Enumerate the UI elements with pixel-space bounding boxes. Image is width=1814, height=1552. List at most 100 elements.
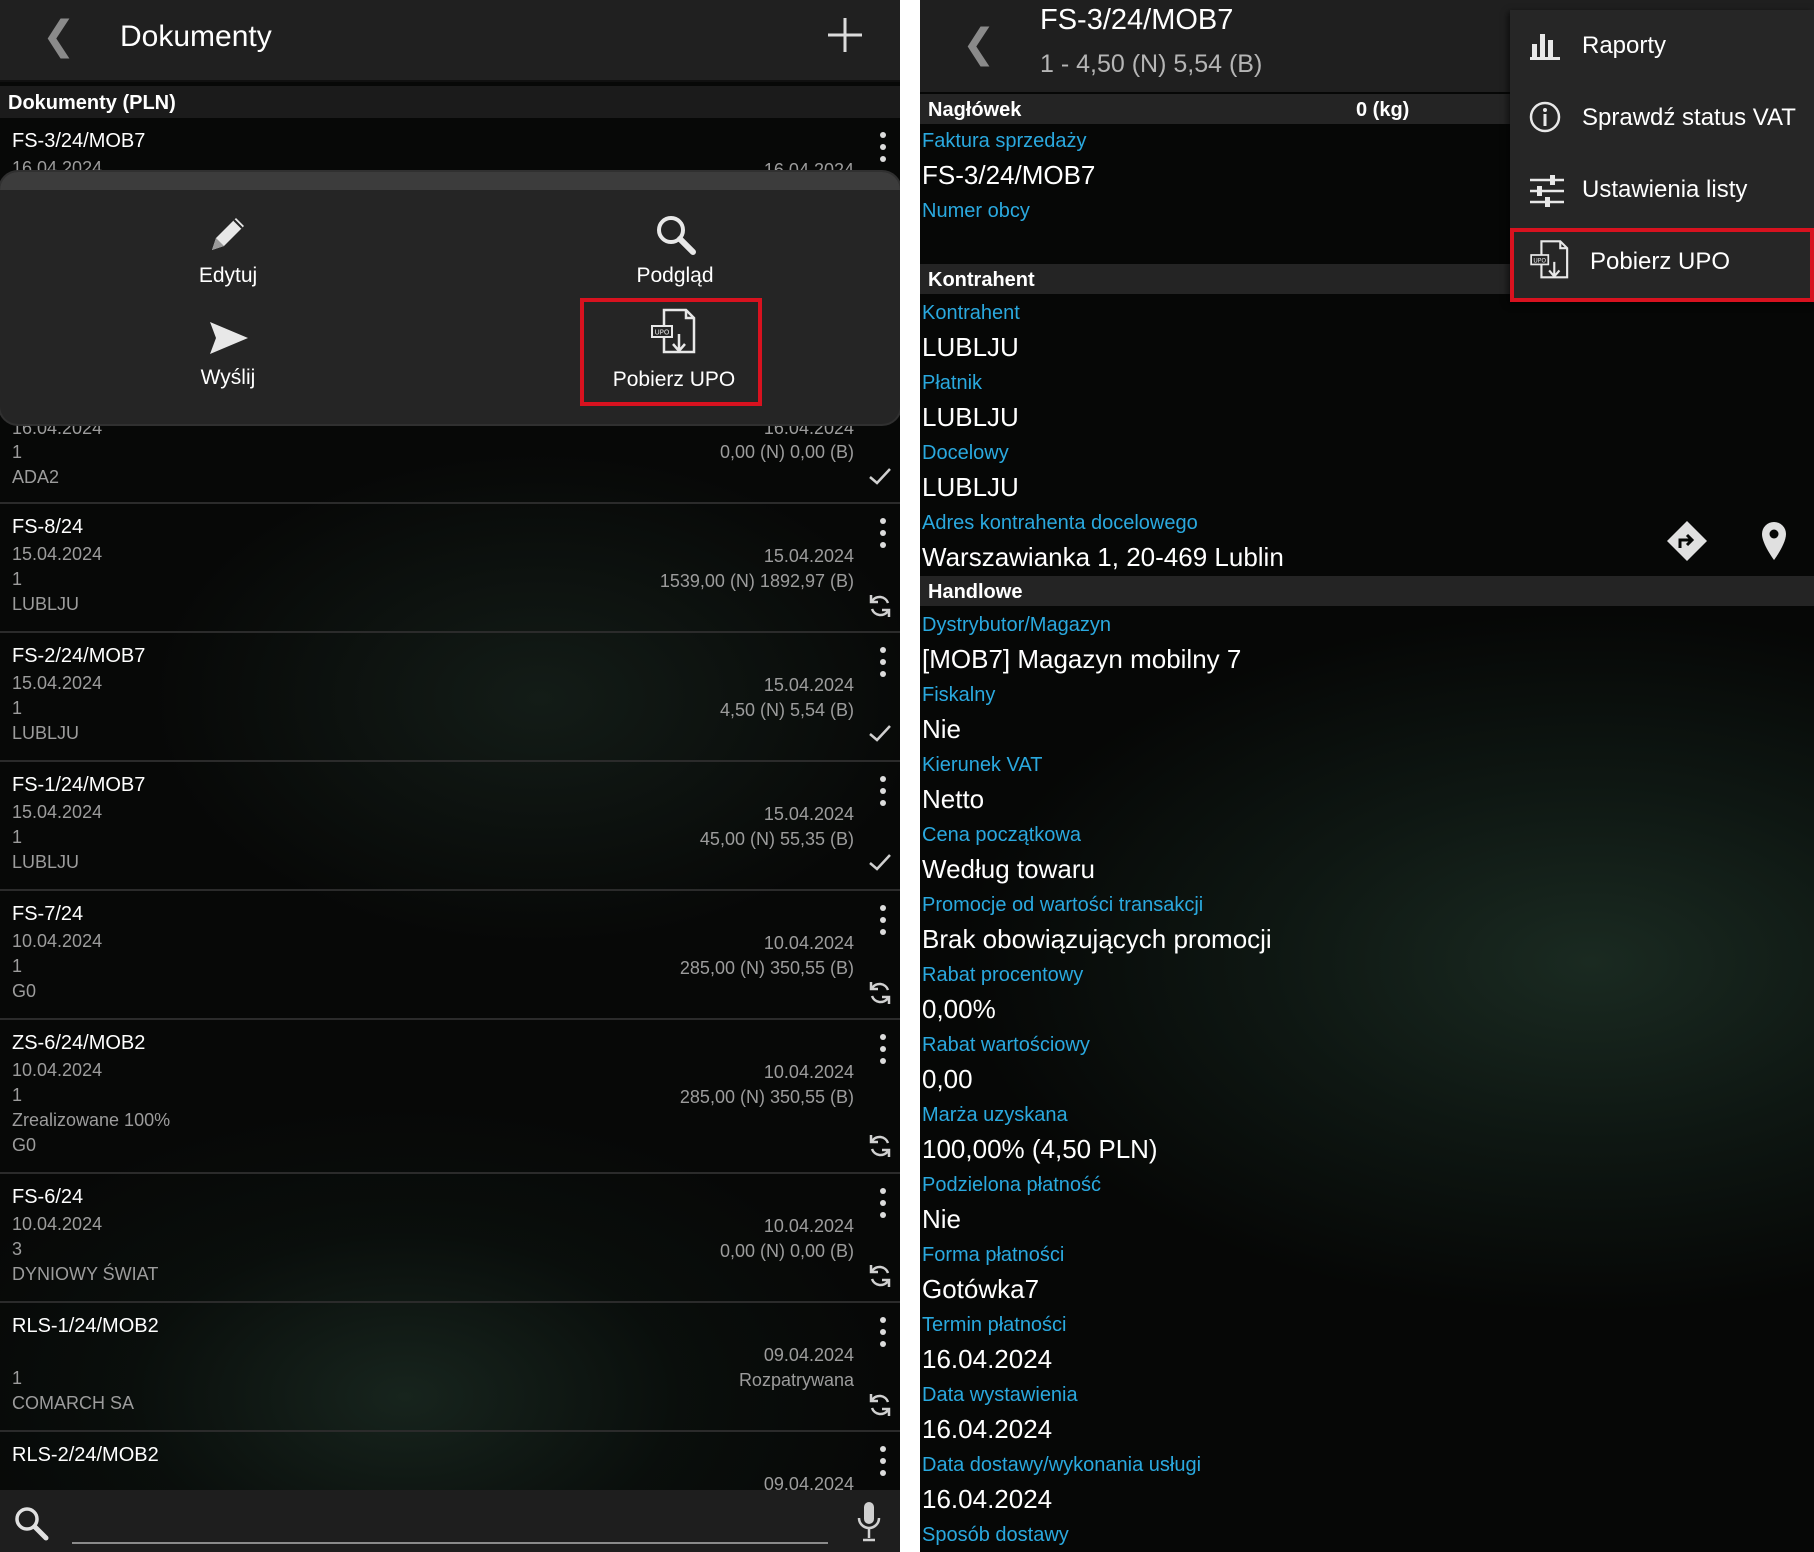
document-name: FS-3/24/MOB7	[12, 130, 146, 152]
field-label: Rabat procentowy	[922, 964, 1084, 986]
document-date-right: 15.04.2024	[763, 546, 854, 566]
sliders-icon	[1530, 175, 1564, 207]
document-customer: LUBLJU	[12, 723, 80, 743]
document-date: 10.04.2024	[12, 1214, 103, 1234]
list-item[interactable]: ZS-6/24/MOB2 10.04.2024 1 Zrealizowane 1…	[0, 1020, 900, 1174]
more-options-icon[interactable]	[876, 518, 890, 548]
preview-label: Podgląd	[636, 264, 714, 287]
document-date: 15.04.2024	[12, 544, 103, 564]
preview-action[interactable]: Podgląd	[620, 210, 730, 288]
field-value: Brak obowiązujących promocji	[922, 924, 1272, 954]
section-header-handlowe: Handlowe	[920, 576, 1814, 606]
document-count: 1	[12, 442, 23, 462]
sync-icon	[869, 1394, 891, 1416]
list-item[interactable]: RLS-2/24/MOB2 09.04.2024	[0, 1432, 900, 1494]
pencil-icon	[212, 218, 244, 250]
documents-list-screen: ❮ Dokumenty Dokumenty (PLN) FS-3/24/MOB7…	[0, 0, 900, 1552]
microphone-icon[interactable]	[856, 1500, 882, 1544]
document-count: 1	[12, 1368, 23, 1388]
document-customer: LUBLJU	[12, 852, 80, 872]
document-customer: LUBLJU	[12, 594, 80, 614]
location-pin-icon[interactable]	[1758, 520, 1790, 564]
check-icon	[869, 725, 891, 742]
edit-action[interactable]: Edytuj	[178, 210, 278, 288]
back-chevron-icon[interactable]: ❮	[42, 16, 76, 56]
document-date-right: 10.04.2024	[763, 933, 854, 953]
field-label: Faktura sprzedaży	[922, 130, 1087, 152]
field-label: Fiskalny	[922, 684, 996, 706]
menu-item-list-settings[interactable]: Ustawienia listy	[1510, 154, 1814, 226]
field-value: 0,00%	[922, 994, 996, 1024]
sync-icon	[869, 1265, 891, 1287]
document-details-screen: ❮ FS-3/24/MOB7 1 - 4,50 (N) 5,54 (B) Nag…	[920, 0, 1814, 1552]
document-count: 1	[12, 698, 23, 718]
more-options-icon[interactable]	[876, 905, 890, 935]
menu-item-vat-status[interactable]: Sprawdź status VAT	[1510, 82, 1814, 154]
more-options-icon[interactable]	[876, 776, 890, 806]
page-title: Dokumenty	[120, 20, 272, 53]
document-name: FS-7/24	[12, 903, 84, 925]
field-label: Data dostawy/wykonania usługi	[922, 1454, 1202, 1476]
document-customer: DYNIOWY ŚWIAT	[12, 1264, 159, 1284]
directions-icon[interactable]	[1664, 518, 1710, 564]
popup-top-edge	[0, 172, 900, 190]
field-value: 100,00% (4,50 PLN)	[922, 1134, 1158, 1164]
back-chevron-icon[interactable]: ❮	[962, 24, 996, 64]
check-icon	[869, 468, 891, 485]
plus-icon[interactable]	[826, 16, 864, 54]
field-value: [MOB7] Magazyn mobilny 7	[922, 644, 1242, 674]
list-item[interactable]: FS-6/24 10.04.2024 3 DYNIOWY ŚWIAT 10.04…	[0, 1174, 900, 1303]
more-options-icon[interactable]	[876, 132, 890, 162]
more-options-icon[interactable]	[876, 1188, 890, 1218]
list-item[interactable]: RLS-1/24/MOB2 1 COMARCH SA 09.04.2024 Ro…	[0, 1303, 900, 1432]
field-label: Cena początkowa	[922, 824, 1081, 846]
sync-icon	[869, 982, 891, 1004]
menu-item-reports[interactable]: Raporty	[1510, 10, 1814, 82]
list-item[interactable]: FS-2/24/MOB7 15.04.2024 1 LUBLJU 15.04.2…	[0, 633, 900, 762]
field-label: Rabat wartościowy	[922, 1034, 1090, 1056]
weight-value: 0 (kg)	[1356, 99, 1410, 121]
more-options-icon[interactable]	[876, 1034, 890, 1064]
highlight-box	[580, 298, 762, 406]
list-item[interactable]: FS-3/24/MOB7 16.04.2024 16.04.2024	[0, 118, 900, 180]
document-date: 10.04.2024	[12, 931, 103, 951]
document-name: FS-2/24/MOB7	[12, 645, 146, 667]
document-date-right: 09.04.2024	[763, 1345, 854, 1365]
field-value: 0,00	[922, 1064, 973, 1094]
check-icon	[869, 854, 891, 871]
field-label: Dystrybutor/Magazyn	[922, 614, 1111, 636]
document-count: 1	[12, 569, 23, 589]
more-options-icon[interactable]	[876, 1317, 890, 1347]
document-customer: G0	[12, 981, 37, 1001]
more-options-icon[interactable]	[876, 647, 890, 677]
send-action[interactable]: Wyślij	[178, 316, 278, 390]
menu-item-label: Sprawdź status VAT	[1582, 104, 1796, 131]
list-item[interactable]: FS-8/24 15.04.2024 1 LUBLJU 15.04.2024 1…	[0, 504, 900, 633]
list-item[interactable]: FS-7/24 10.04.2024 1 G0 10.04.2024 285,0…	[0, 891, 900, 1020]
document-name: ZS-6/24/MOB2	[12, 1032, 146, 1054]
field-label: Forma płatności	[922, 1244, 1065, 1266]
document-amount: 45,00 (N) 55,35 (B)	[699, 829, 854, 849]
field-value: FS-3/24/MOB7	[922, 160, 1096, 190]
search-icon[interactable]	[12, 1504, 50, 1542]
document-date: 15.04.2024	[12, 802, 103, 822]
context-menu-popup: Edytuj Podgląd Wyślij UPO Pobierz UPO	[0, 172, 900, 424]
field-label: Docelowy	[922, 442, 1009, 464]
field-label: Kontrahent	[922, 302, 1020, 324]
top-app-bar: ❮ Dokumenty	[0, 0, 900, 82]
document-date-right: 10.04.2024	[763, 1216, 854, 1236]
document-date-right: 10.04.2024	[763, 1062, 854, 1082]
more-options-icon[interactable]	[876, 1446, 890, 1476]
search-input[interactable]	[72, 1542, 828, 1544]
send-arrow-icon	[210, 322, 248, 354]
document-date-right: 15.04.2024	[763, 804, 854, 824]
field-value: 16.04.2024	[922, 1414, 1053, 1444]
section-title: Nagłówek	[928, 99, 1022, 121]
field-label: Płatnik	[922, 372, 983, 394]
document-name: FS-6/24	[12, 1186, 84, 1208]
sync-icon	[869, 595, 891, 617]
document-count: 1	[12, 827, 23, 847]
list-item[interactable]: FS-1/24/MOB7 15.04.2024 1 LUBLJU 15.04.2…	[0, 762, 900, 891]
document-status-text: Rozpatrywana	[738, 1370, 854, 1390]
menu-item-label: Raporty	[1582, 32, 1667, 59]
